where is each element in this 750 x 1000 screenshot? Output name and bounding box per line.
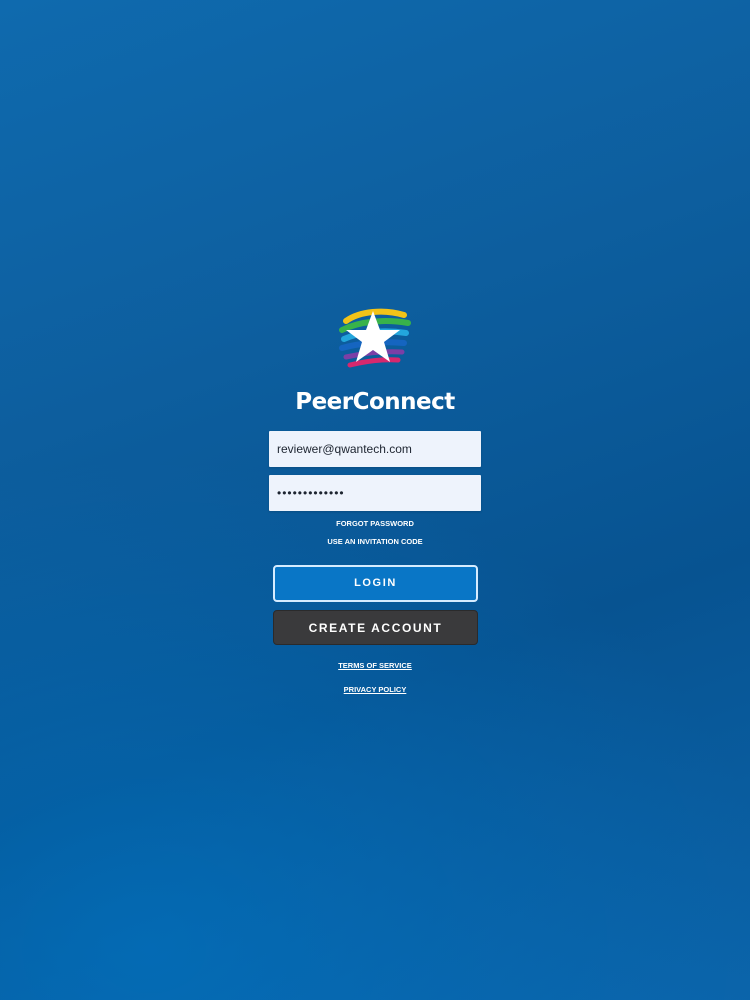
- app-name: PeerConnect: [295, 389, 455, 415]
- create-account-button[interactable]: CREATE ACCOUNT: [273, 610, 478, 645]
- password-field[interactable]: [269, 475, 481, 511]
- invitation-code-link[interactable]: USE AN INVITATION CODE: [0, 536, 750, 548]
- privacy-row: PRIVACY POLICY: [0, 679, 750, 697]
- terms-of-service-link[interactable]: TERMS OF SERVICE: [338, 661, 412, 670]
- forgot-password-link[interactable]: FORGOT PASSWORD: [0, 518, 750, 530]
- login-screen: PeerConnect FORGOT PASSWORD USE AN INVIT…: [0, 0, 750, 1000]
- login-button[interactable]: LOGIN: [273, 565, 478, 602]
- email-field[interactable]: [269, 431, 481, 467]
- terms-row: TERMS OF SERVICE: [0, 655, 750, 673]
- privacy-policy-link[interactable]: PRIVACY POLICY: [344, 685, 407, 694]
- star-brush-logo-icon: [338, 303, 412, 375]
